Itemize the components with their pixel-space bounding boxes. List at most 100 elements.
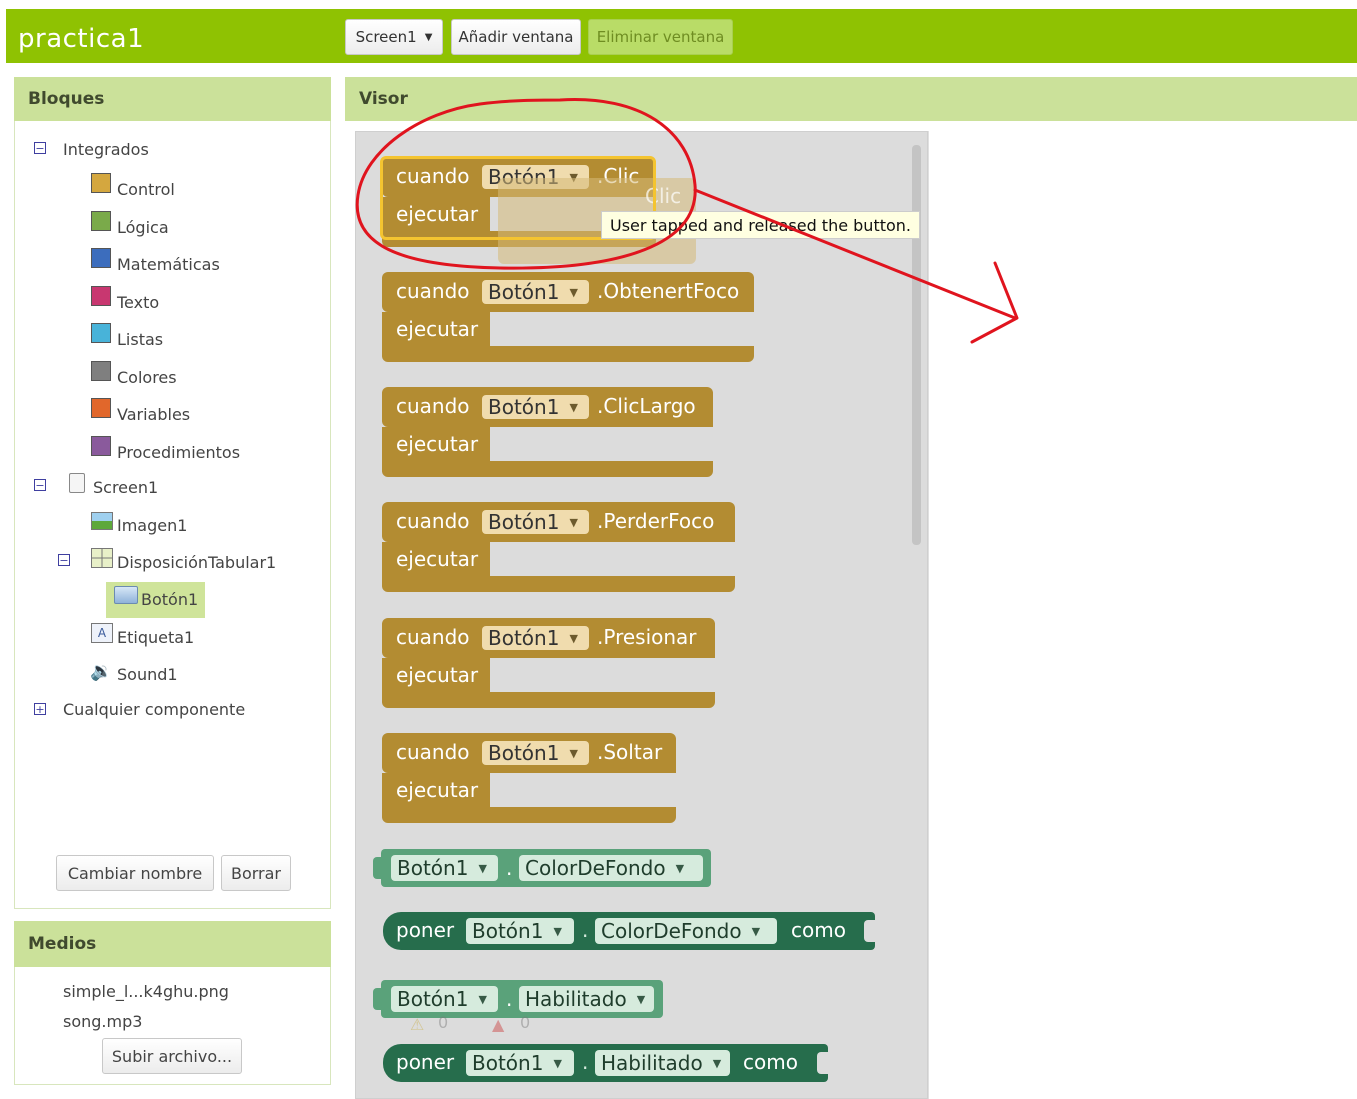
chevron-down-icon: ▼ — [675, 861, 685, 875]
when-label: cuando — [396, 279, 470, 303]
tree-button1[interactable]: Botón1 — [141, 590, 198, 609]
drawer-color-icon — [91, 360, 111, 381]
screen-icon — [69, 473, 85, 493]
builtin-drawer-item[interactable]: Variables — [117, 405, 190, 424]
component-dropdown[interactable]: Botón1 ▼ — [482, 395, 589, 419]
when-label: cuando — [396, 625, 470, 649]
event-name: .ClicLargo — [597, 394, 696, 418]
event-block[interactable]: cuando Botón1 ▼ .PerderFoco ejecutar — [382, 502, 735, 594]
tree-label1[interactable]: Etiqueta1 — [117, 628, 194, 647]
statement-socket — [490, 312, 754, 346]
delete-button[interactable]: Borrar — [221, 855, 291, 891]
tree-screen1[interactable]: Screen1 — [93, 478, 158, 497]
tree-any-component[interactable]: Cualquier componente — [63, 700, 245, 719]
event-block-footer — [382, 461, 713, 477]
tree-table-arrangement[interactable]: DisposiciónTabular1 — [117, 553, 276, 572]
input-socket — [817, 1052, 828, 1074]
property-name: ColorDeFondo — [601, 919, 742, 943]
tree-builtin[interactable]: Integrados — [63, 140, 149, 159]
builtin-drawer-item[interactable]: Listas — [117, 330, 163, 349]
property-dropdown[interactable]: ColorDeFondo ▼ — [595, 918, 777, 944]
property-dropdown[interactable]: ColorDeFondo ▼ — [519, 855, 703, 881]
warning-count: 0 — [438, 1013, 449, 1032]
component-name: Botón1 — [488, 741, 560, 765]
component-name: Botón1 — [472, 919, 544, 943]
input-socket — [864, 920, 875, 942]
expand-any-component-icon[interactable]: + — [34, 703, 46, 715]
set-label: poner — [396, 918, 455, 942]
chevron-down-icon: ▼ — [569, 631, 578, 645]
collapse-screen-icon[interactable]: − — [34, 479, 46, 491]
drawer-color-icon — [91, 435, 111, 456]
output-plug — [373, 988, 383, 1010]
property-dropdown[interactable]: Habilitado ▼ — [595, 1050, 730, 1076]
when-label: cuando — [396, 509, 470, 533]
drawer-color-icon — [91, 285, 111, 306]
chevron-down-icon: ▼ — [569, 746, 578, 760]
warning-icon: ⚠ — [410, 1015, 425, 1034]
error-count: 0 — [520, 1013, 531, 1032]
statement-socket — [490, 542, 735, 576]
component-name: Botón1 — [488, 395, 560, 419]
component-dropdown[interactable]: Botón1 ▼ — [482, 280, 589, 304]
chevron-down-icon: ▼ — [553, 1056, 562, 1070]
collapse-builtin-icon[interactable]: − — [34, 142, 46, 154]
component-dropdown[interactable]: Botón1 ▼ — [466, 1050, 574, 1076]
drawer-scrollbar[interactable] — [912, 145, 921, 545]
component-dropdown[interactable]: Botón1 ▼ — [391, 855, 498, 881]
upload-file-button[interactable]: Subir archivo... — [102, 1038, 242, 1074]
event-name: .Presionar — [597, 625, 697, 649]
drawer-color-icon — [91, 398, 111, 418]
event-block[interactable]: cuando Botón1 ▼ .Presionar ejecutar — [382, 618, 715, 710]
sound-icon: 🔉 — [90, 661, 113, 682]
event-name: .ObtenertFoco — [597, 279, 740, 303]
event-name: .PerderFoco — [597, 509, 715, 533]
builtin-drawer-item[interactable]: Matemáticas — [117, 255, 220, 274]
add-screen-button[interactable]: Añadir ventana — [451, 19, 581, 55]
component-dropdown[interactable]: Botón1 ▼ — [482, 626, 589, 650]
event-block[interactable]: cuando Botón1 ▼ .ClicLargo ejecutar — [382, 387, 713, 479]
component-dropdown[interactable]: Botón1 ▼ — [466, 918, 574, 944]
tree-image1[interactable]: Imagen1 — [117, 516, 187, 535]
remove-screen-button[interactable]: Eliminar ventana — [588, 19, 733, 55]
to-label: como — [791, 918, 846, 942]
do-label: ejecutar — [396, 432, 479, 456]
do-label: ejecutar — [396, 778, 479, 802]
viewer-title: Visor — [345, 77, 1357, 121]
property-dropdown[interactable]: Habilitado ▼ — [519, 986, 654, 1012]
when-label: cuando — [396, 164, 470, 188]
block-tooltip: User tapped and released the button. — [601, 211, 921, 239]
component-name: Botón1 — [397, 987, 469, 1011]
event-block[interactable]: cuando Botón1 ▼ .ObtenertFoco ejecutar — [382, 272, 754, 364]
tree-sound1[interactable]: Sound1 — [117, 665, 178, 684]
rename-button[interactable]: Cambiar nombre — [56, 855, 214, 891]
builtin-drawer-item[interactable]: Colores — [117, 368, 177, 387]
component-dropdown[interactable]: Botón1 ▼ — [391, 986, 498, 1012]
property-name: ColorDeFondo — [525, 856, 666, 880]
chevron-down-icon: ▼ — [424, 31, 433, 43]
table-arrangement-icon — [91, 548, 113, 568]
blocks-workspace[interactable] — [928, 131, 1357, 1099]
component-dropdown[interactable]: Botón1 ▼ — [482, 510, 589, 534]
builtin-drawer-item[interactable]: Texto — [117, 293, 159, 312]
component-dropdown[interactable]: Botón1 ▼ — [482, 741, 589, 765]
builtin-drawer-item[interactable]: Lógica — [117, 218, 169, 237]
to-label: como — [743, 1050, 798, 1074]
collapse-table-icon[interactable]: − — [58, 554, 70, 566]
component-name: Botón1 — [488, 280, 560, 304]
media-file[interactable]: song.mp3 — [63, 1012, 142, 1031]
media-panel-title: Medios — [14, 921, 331, 967]
property-name: Habilitado — [525, 987, 627, 1011]
chevron-down-icon: ▼ — [569, 285, 578, 299]
do-label: ejecutar — [396, 663, 479, 687]
drawer-color-icon — [91, 173, 111, 193]
event-block[interactable]: cuando Botón1 ▼ .Soltar ejecutar — [382, 733, 676, 825]
dot-label: . — [582, 918, 589, 942]
builtin-drawer-item[interactable]: Control — [117, 180, 175, 199]
label-component-icon: A — [91, 623, 113, 643]
blocks-panel — [14, 77, 331, 909]
screen-select-dropdown[interactable]: Screen1 ▼ — [345, 19, 443, 55]
media-file[interactable]: simple_l...k4ghu.png — [63, 982, 229, 1001]
builtin-drawer-item[interactable]: Procedimientos — [117, 443, 240, 462]
chevron-down-icon: ▼ — [636, 992, 646, 1006]
